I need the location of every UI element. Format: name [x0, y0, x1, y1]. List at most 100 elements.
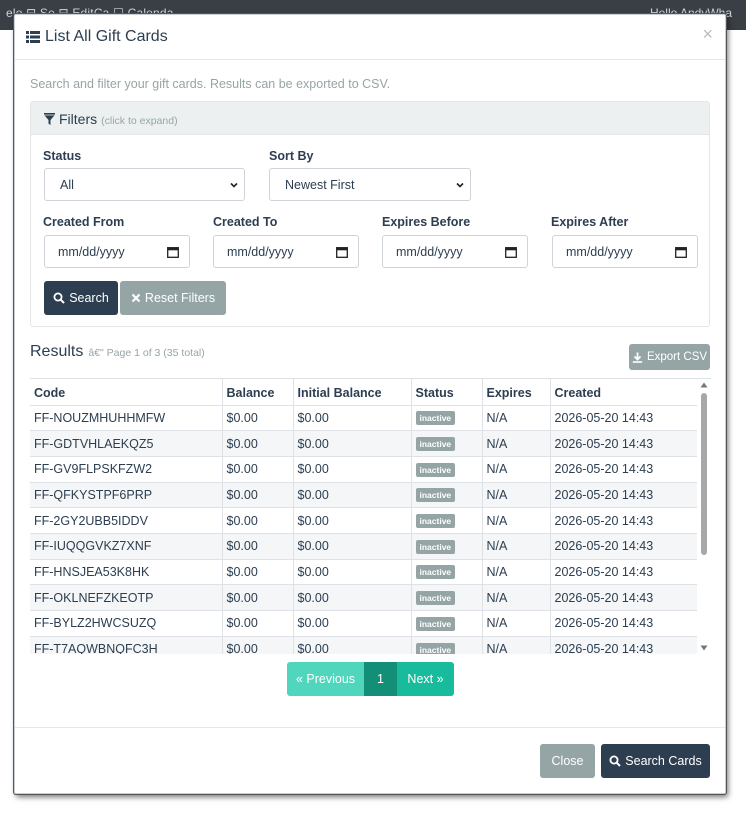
column-header-balance[interactable]: Balance: [222, 379, 294, 406]
scroll-down-arrow-icon[interactable]: [700, 645, 708, 651]
status-badge: inactive: [415, 591, 456, 606]
cell-expires: N/A: [482, 610, 551, 637]
table-row[interactable]: FF-T7AQWBNQFC3H $0.00 $0.00 inactive N/A 2026…: [30, 636, 697, 654]
table-row[interactable]: FF-GDTVHLAEKQZ5 $0.00 $0.00 inactive N/A 2026…: [30, 430, 697, 457]
column-header-expires[interactable]: Expires: [482, 379, 551, 406]
table-header-row: Code Balance Initial Balance Status Expi…: [30, 379, 697, 406]
column-header-initial-balance[interactable]: Initial Balance: [293, 379, 412, 406]
cell-created: 2026-05-20 14:43: [550, 533, 697, 560]
modal-title: List All Gift Cards: [26, 28, 168, 46]
export-csv-button[interactable]: Export CSV: [629, 344, 710, 370]
cell-balance: $0.00: [222, 533, 294, 560]
cell-balance: $0.00: [222, 456, 294, 483]
cell-code: FF-NOUZMHUHHMFW: [30, 405, 223, 432]
results-table-container[interactable]: Code Balance Initial Balance Status Expi…: [30, 378, 711, 654]
cell-status: inactive: [411, 610, 483, 637]
created-from-label: Created From: [43, 215, 125, 229]
cell-balance: $0.00: [222, 507, 294, 534]
close-button[interactable]: Close: [540, 744, 595, 778]
current-page-button[interactable]: 1: [364, 662, 397, 696]
search-cards-label: Search Cards: [625, 754, 702, 768]
chevron-down-icon: [456, 182, 464, 188]
cell-code: FF-BYLZ2HWCSUZQ: [30, 610, 223, 637]
cell-created: 2026-05-20 14:43: [550, 559, 697, 586]
cell-initial-balance: $0.00: [293, 456, 412, 483]
gift-cards-modal: List All Gift Cards × Search and filter …: [14, 14, 726, 794]
results-table: Code Balance Initial Balance Status Expi…: [30, 379, 697, 654]
cell-initial-balance: $0.00: [293, 533, 412, 560]
status-badge: inactive: [415, 411, 456, 426]
created-from-input[interactable]: mm/dd/yyyy: [44, 235, 190, 268]
cell-balance: $0.00: [222, 430, 294, 457]
cell-code: FF-QFKYSTPF6PRP: [30, 482, 223, 509]
cell-status: inactive: [411, 584, 483, 611]
search-cards-button[interactable]: Search Cards: [601, 744, 710, 778]
cell-expires: N/A: [482, 507, 551, 534]
filter-search-button[interactable]: Search: [44, 281, 118, 315]
table-row[interactable]: FF-OKLNEFZKEOTP $0.00 $0.00 inactive N/A 2026…: [30, 584, 697, 611]
table-row[interactable]: FF-GV9FLPSKFZW2 $0.00 $0.00 inactive N/A 2026…: [30, 456, 697, 483]
status-label: Status: [43, 149, 82, 163]
table-row[interactable]: FF-BYLZ2HWCSUZQ $0.00 $0.00 inactive N/A 2026…: [30, 610, 697, 637]
expires-before-input[interactable]: mm/dd/yyyy: [382, 235, 528, 268]
cell-created: 2026-05-20 14:43: [550, 610, 697, 637]
cell-expires: N/A: [482, 584, 551, 611]
status-badge: inactive: [415, 514, 456, 529]
next-page-button[interactable]: Next »: [397, 662, 454, 696]
scrollbar-thumb[interactable]: [701, 393, 707, 555]
status-badge: inactive: [415, 488, 456, 503]
calendar-icon[interactable]: [675, 246, 687, 258]
column-header-code[interactable]: Code: [30, 379, 223, 406]
reset-filters-button[interactable]: Reset Filters: [120, 281, 226, 315]
cell-balance: $0.00: [222, 559, 294, 586]
close-icon[interactable]: ×: [702, 24, 713, 45]
calendar-icon[interactable]: [336, 246, 348, 258]
cell-initial-balance: $0.00: [293, 430, 412, 457]
results-heading: Results â€" Page 1 of 3 (35 total): [30, 343, 205, 361]
table-row[interactable]: FF-2GY2UBB5IDDV $0.00 $0.00 inactive N/A 2026…: [30, 507, 697, 534]
filters-toggle[interactable]: Filters (click to expand): [31, 102, 709, 135]
status-badge: inactive: [415, 642, 456, 654]
export-csv-label: Export CSV: [646, 351, 708, 363]
list-icon: [26, 31, 40, 43]
results-page-info: â€" Page 1 of 3 (35 total): [88, 347, 205, 359]
filters-title-text: Filters: [59, 111, 98, 127]
cell-created: 2026-05-20 14:43: [550, 584, 697, 611]
previous-page-button[interactable]: « Previous: [287, 662, 364, 696]
column-header-status[interactable]: Status: [411, 379, 483, 406]
pagination: « Previous 1 Next »: [287, 662, 454, 696]
modal-footer: Close Search Cards: [15, 727, 725, 795]
status-badge: inactive: [415, 616, 456, 631]
modal-header: List All Gift Cards ×: [15, 15, 725, 60]
cell-created: 2026-05-20 14:43: [550, 636, 697, 654]
intro-text: Search and filter your gift cards. Resul…: [30, 77, 391, 91]
cell-initial-balance: $0.00: [293, 584, 412, 611]
filters-title: Filters (click to expand): [44, 111, 178, 127]
table-row[interactable]: FF-IUQQGVKZ7XNF $0.00 $0.00 inactive N/A 2026…: [30, 533, 697, 560]
calendar-icon[interactable]: [505, 246, 517, 258]
created-from-placeholder: mm/dd/yyyy: [58, 245, 125, 259]
scroll-up-arrow-icon[interactable]: [700, 382, 708, 388]
sort-select[interactable]: Newest First: [269, 168, 471, 201]
cell-expires: N/A: [482, 405, 551, 432]
calendar-icon[interactable]: [167, 246, 179, 258]
expires-before-placeholder: mm/dd/yyyy: [396, 245, 463, 259]
column-header-created[interactable]: Created: [550, 379, 697, 406]
created-to-input[interactable]: mm/dd/yyyy: [213, 235, 359, 268]
cell-initial-balance: $0.00: [293, 507, 412, 534]
cell-balance: $0.00: [222, 610, 294, 637]
cell-expires: N/A: [482, 636, 551, 654]
expires-after-input[interactable]: mm/dd/yyyy: [552, 235, 698, 268]
table-row[interactable]: FF-HNSJEA53K8HK $0.00 $0.00 inactive N/A 2026…: [30, 559, 697, 586]
filter-search-label: Search: [69, 291, 109, 305]
cell-code: FF-HNSJEA53K8HK: [30, 559, 223, 586]
table-row[interactable]: FF-QFKYSTPF6PRP $0.00 $0.00 inactive N/A 2026…: [30, 482, 697, 509]
cell-initial-balance: $0.00: [293, 610, 412, 637]
status-badge: inactive: [415, 437, 456, 452]
table-scrollbar[interactable]: [697, 379, 711, 654]
sort-select-value: Newest First: [285, 178, 355, 192]
download-icon: [632, 352, 643, 363]
status-select[interactable]: All: [44, 168, 245, 201]
table-row[interactable]: FF-NOUZMHUHHMFW $0.00 $0.00 inactive N/A 2026…: [30, 405, 697, 432]
cell-code: FF-OKLNEFZKEOTP: [30, 584, 223, 611]
